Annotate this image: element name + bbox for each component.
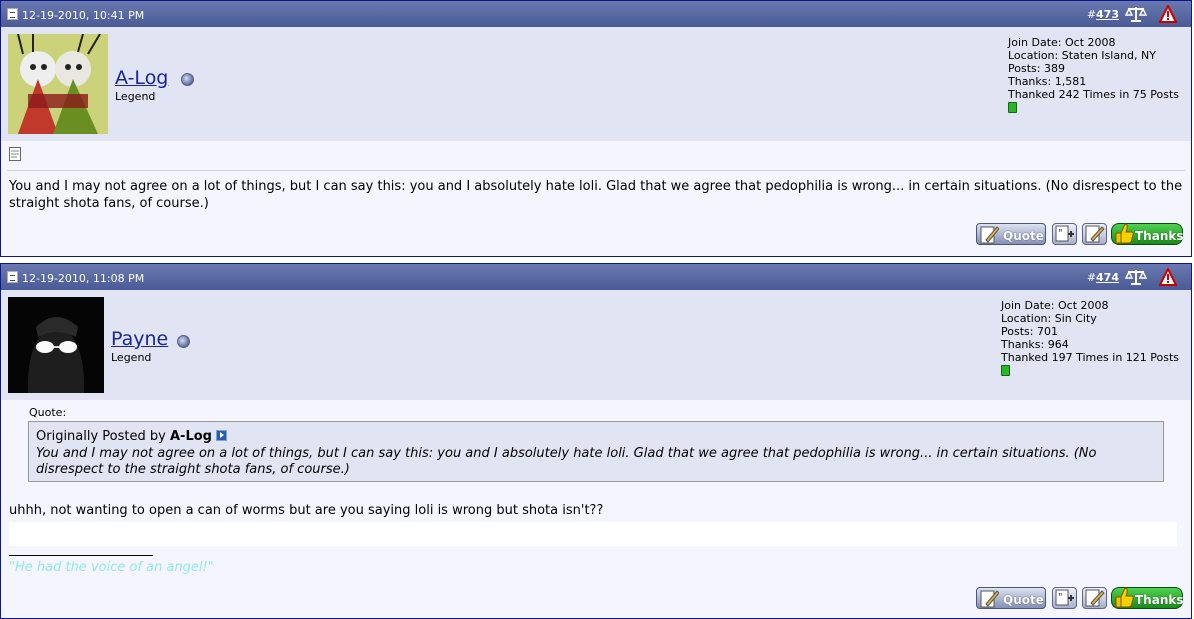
user-title: Legend — [111, 351, 152, 364]
post-474: 12-19-2010, 11:08 PM #474 Payne Legend J… — [0, 263, 1192, 619]
quote-button[interactable]: Quote — [976, 223, 1046, 245]
join-date: Join Date: Oct 2008 — [1001, 299, 1109, 312]
quick-reply-button[interactable] — [1082, 223, 1107, 245]
location: Location: Staten Island, NY — [1008, 49, 1156, 62]
quote-author: A-Log — [169, 429, 212, 444]
thanks-button[interactable]: Thanks — [1111, 223, 1184, 245]
thumbs-up-icon — [1115, 587, 1134, 608]
quoted-text: You and I may not agree on a lot of thin… — [36, 446, 1097, 477]
post-buttons: Quote " Thanks — [976, 223, 1184, 247]
multiquote-icon: " — [1055, 589, 1074, 606]
quote-box: Originally Posted by A-Log You and I may… — [28, 421, 1164, 482]
multiquote-icon: " — [1055, 225, 1074, 242]
report-scale-icon[interactable] — [1125, 268, 1147, 286]
user-stats: Join Date: Oct 2008 Location: Staten Isl… — [1008, 36, 1179, 116]
post-number-link[interactable]: 474 — [1096, 271, 1119, 284]
post-number-link[interactable]: 473 — [1096, 8, 1119, 21]
post-date: 12-19-2010, 10:41 PM — [7, 8, 144, 22]
message-spacer — [9, 522, 1177, 546]
user-info-bar: Payne Legend Join Date: Oct 2008 Locatio… — [1, 290, 1191, 400]
online-status-icon — [177, 335, 190, 348]
online-status-icon — [181, 73, 194, 86]
warning-icon[interactable] — [1159, 268, 1177, 286]
reputation-icon[interactable] — [1001, 365, 1010, 376]
username-link[interactable]: Payne — [111, 328, 168, 350]
quote-pen-icon — [980, 226, 999, 244]
post-count: Posts: 701 — [1001, 325, 1058, 338]
post-doc-icon — [7, 8, 18, 20]
quote-label: Quote: — [29, 406, 67, 419]
quote-pen-icon — [980, 590, 999, 608]
post-header: 12-19-2010, 11:08 PM #474 — [1, 264, 1191, 290]
quick-reply-button[interactable] — [1082, 587, 1107, 609]
thanked-count: Thanked 197 Times in 121 Posts — [1001, 351, 1180, 364]
join-date: Join Date: Oct 2008 — [1008, 36, 1116, 49]
quote-button[interactable]: Quote — [976, 587, 1046, 609]
thanks-button[interactable]: Thanks — [1111, 587, 1184, 609]
post-message: uhhh, not wanting to open a can of worms… — [9, 503, 604, 518]
username-link[interactable]: A-Log — [115, 67, 168, 89]
post-doc-icon — [7, 271, 18, 283]
avatar[interactable] — [8, 34, 108, 134]
post-473: 12-19-2010, 10:41 PM #473 A-Log Legend J… — [0, 0, 1192, 257]
multiquote-button[interactable]: " — [1052, 223, 1077, 245]
post-body: Quote: Originally Posted by A-Log You an… — [1, 400, 1191, 618]
post-header: 12-19-2010, 10:41 PM #473 — [1, 1, 1191, 27]
svg-text:": " — [1058, 592, 1063, 603]
view-post-arrow-icon[interactable] — [215, 430, 227, 441]
post-body: You and I may not agree on a lot of thin… — [1, 141, 1191, 256]
thumbs-up-icon — [1115, 223, 1134, 244]
warning-icon[interactable] — [1159, 5, 1177, 23]
post-buttons: Quote " Thanks — [976, 587, 1184, 611]
avatar[interactable] — [8, 297, 104, 393]
quote-attribution: Originally Posted by A-Log — [36, 429, 1156, 445]
location: Location: Sin City — [1001, 312, 1097, 325]
reputation-icon[interactable] — [1008, 102, 1017, 113]
post-count: Posts: 389 — [1008, 62, 1065, 75]
user-stats: Join Date: Oct 2008 Location: Sin City P… — [1001, 299, 1179, 379]
post-message: You and I may not agree on a lot of thin… — [9, 179, 1183, 211]
multiquote-button[interactable]: " — [1052, 587, 1077, 609]
quick-reply-icon — [1085, 589, 1105, 607]
post-number: #473 — [1086, 8, 1119, 21]
quick-reply-icon — [1085, 225, 1105, 243]
user-title: Legend — [115, 90, 156, 103]
message-icon — [9, 147, 21, 161]
post-number: #474 — [1086, 271, 1119, 284]
divider — [7, 170, 1185, 171]
signature: "He had the voice of an angel!" — [9, 560, 214, 575]
svg-text:": " — [1058, 228, 1063, 239]
post-date: 12-19-2010, 11:08 PM — [7, 271, 144, 285]
report-scale-icon[interactable] — [1125, 5, 1147, 23]
thanks-count: Thanks: 1,581 — [1008, 75, 1087, 88]
signature-divider — [9, 555, 153, 556]
thanked-count: Thanked 242 Times in 75 Posts — [1008, 88, 1180, 101]
user-info-bar: A-Log Legend Join Date: Oct 2008 Locatio… — [1, 27, 1191, 141]
thanks-count: Thanks: 964 — [1001, 338, 1069, 351]
